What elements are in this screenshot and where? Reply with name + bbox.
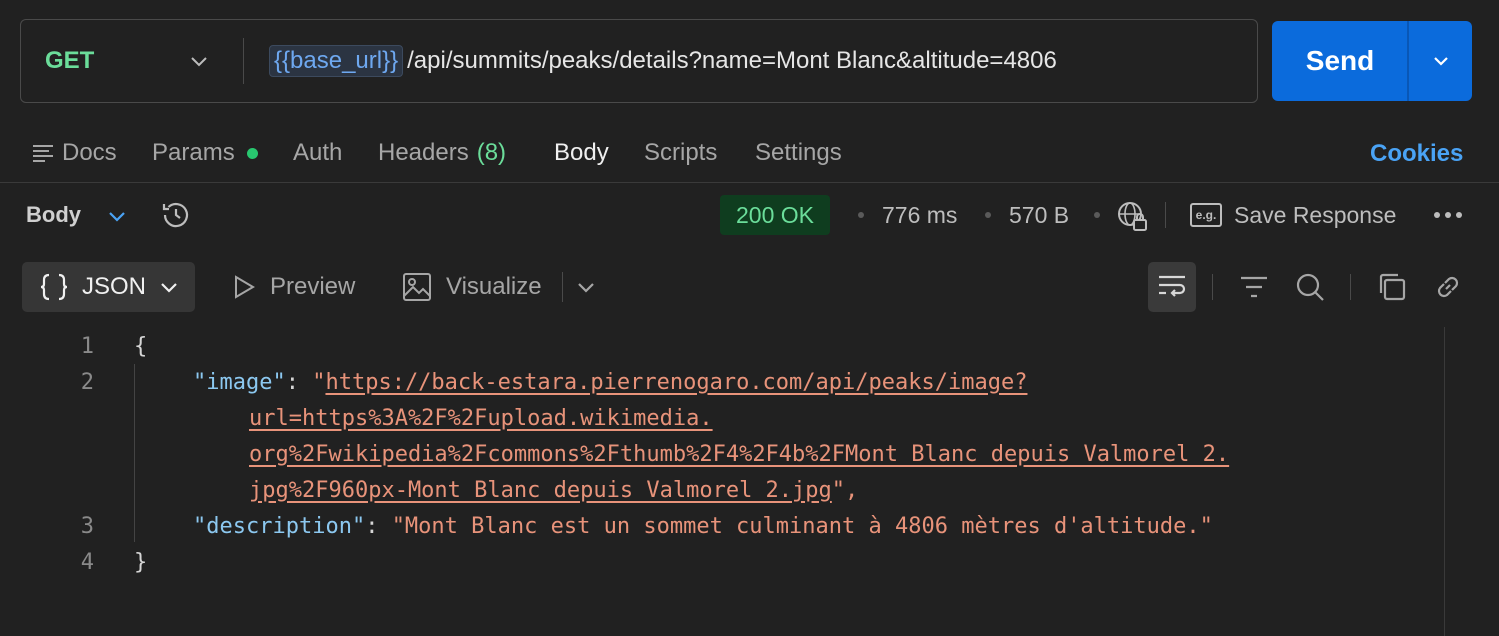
response-time-value: 776 ms [882, 201, 958, 228]
separator-dot [1094, 212, 1100, 218]
tab-headers[interactable]: Headers (8) [378, 128, 506, 178]
send-options-button[interactable] [1409, 21, 1472, 101]
json-string-value: "Mont Blanc est un sommet culminant à 48… [391, 513, 1213, 539]
visualize-label: Visualize [446, 273, 542, 300]
request-url-bar: GET {{base_url}} /api/summits/peaks/deta… [20, 19, 1258, 103]
description-entry: "description": "Mont Blanc est un sommet… [193, 514, 1213, 539]
play-icon [235, 275, 255, 299]
tab-docs-label: Docs [62, 139, 117, 166]
line-number: 3 [80, 513, 94, 539]
tab-body-label: Body [554, 139, 609, 166]
filter-icon[interactable] [1238, 271, 1270, 303]
chevron-down-icon [161, 283, 177, 293]
chevron-down-icon[interactable] [187, 49, 211, 73]
response-view-toolbar: JSON Preview Visualize [0, 262, 1499, 312]
image-url-link-part-3[interactable]: org%2Fwikipedia%2Fcommons%2Fthumb%2F4%2F… [249, 442, 1229, 467]
base-url-variable[interactable]: {{base_url}} [269, 45, 404, 77]
tab-settings-label: Settings [755, 139, 842, 166]
history-icon[interactable] [160, 199, 192, 231]
status-badge[interactable]: 200 OK [720, 195, 830, 235]
preview-button[interactable]: Preview [232, 262, 355, 312]
vertical-scrollbar[interactable] [1444, 327, 1445, 636]
send-label: Send [1305, 45, 1375, 76]
json-quote: " [312, 369, 326, 395]
vertical-divider [1165, 202, 1166, 228]
response-section-label: Body [26, 202, 81, 227]
example-icon: e.g. [1190, 203, 1222, 227]
tab-headers-label: Headers [378, 139, 469, 166]
params-active-dot [246, 147, 258, 159]
link-icon[interactable] [1432, 271, 1464, 303]
close-brace: } [134, 549, 148, 575]
image-entry: "image": "https://back-estara.pierrenoga… [193, 370, 1027, 395]
chevron-down-icon[interactable] [575, 276, 597, 298]
json-key: "description" [193, 513, 366, 539]
more-options-icon[interactable] [1432, 205, 1464, 225]
tab-params[interactable]: Params [152, 128, 258, 178]
tab-params-label: Params [152, 139, 235, 166]
status-text: 200 OK [736, 201, 814, 228]
save-response-label: Save Response [1234, 201, 1397, 228]
method-selector[interactable]: GET [45, 20, 94, 102]
vertical-divider [1212, 274, 1213, 300]
separator-dot [858, 212, 864, 218]
chevron-down-icon [1433, 57, 1448, 66]
format-selector[interactable]: JSON [22, 262, 195, 312]
json-colon: : [365, 513, 392, 539]
wrap-lines-icon [1159, 275, 1186, 297]
image-url-link-part-1[interactable]: https://back-estara.pierrenogaro.com/api… [325, 370, 1027, 395]
response-bar: Body 200 OK 776 ms 570 B e.g. Save Respo… [0, 190, 1499, 240]
cookies-link[interactable]: Cookies [1370, 140, 1463, 168]
tab-auth[interactable]: Auth [293, 128, 342, 178]
tabs-divider [0, 182, 1499, 183]
network-globe-lock-icon[interactable] [1116, 199, 1150, 233]
response-size-value: 570 B [1009, 201, 1070, 228]
json-string-end: ", [831, 477, 859, 503]
braces-icon [40, 273, 68, 301]
url-input[interactable]: {{base_url}} /api/summits/peaks/details?… [269, 20, 1057, 102]
docs-icon [33, 145, 53, 162]
image-url-tail: jpg%2F960px-Mont_Blanc_depuis_Valmorel_2… [249, 478, 858, 503]
format-label: JSON [82, 273, 147, 300]
request-tabs: Docs Params Auth Headers (8) Body Script… [0, 128, 1499, 178]
send-button[interactable]: Send [1272, 21, 1408, 101]
image-url-link-part-2[interactable]: url=https%3A%2F%2Fupload.wikimedia. [249, 406, 713, 431]
line-number: 4 [80, 549, 94, 575]
separator-dot [985, 212, 991, 218]
tab-docs[interactable]: Docs [32, 128, 117, 178]
image-url-link-part-4[interactable]: jpg%2F960px-Mont_Blanc_depuis_Valmorel_2… [249, 478, 832, 503]
json-colon: : [285, 369, 313, 395]
line-number: 1 [80, 333, 94, 359]
vertical-divider [562, 272, 563, 302]
search-icon[interactable] [1294, 271, 1326, 303]
url-divider [243, 38, 244, 84]
tab-scripts[interactable]: Scripts [644, 128, 717, 178]
chevron-down-icon[interactable] [106, 205, 128, 227]
indent-guide [134, 364, 135, 542]
save-response-button[interactable]: e.g. Save Response [1190, 190, 1396, 240]
copy-icon[interactable] [1376, 271, 1408, 303]
json-key: "image" [193, 369, 286, 395]
image-icon [403, 273, 431, 301]
vertical-divider [1350, 274, 1351, 300]
tab-scripts-label: Scripts [644, 139, 718, 166]
response-section-selector[interactable]: Body [26, 190, 81, 240]
line-number: 2 [80, 369, 94, 395]
tab-body[interactable]: Body [554, 128, 609, 178]
url-path: /api/summits/peaks/details?name=Mont Bla… [407, 47, 1057, 74]
response-size[interactable]: 570 B [1009, 190, 1069, 240]
open-brace: { [134, 333, 148, 359]
visualize-button[interactable]: Visualize [402, 262, 542, 312]
preview-label: Preview [270, 273, 356, 300]
response-time[interactable]: 776 ms [882, 190, 957, 240]
tab-settings[interactable]: Settings [755, 128, 842, 178]
method-label: GET [45, 47, 95, 74]
headers-count: (8) [476, 139, 507, 166]
tab-auth-label: Auth [293, 139, 343, 166]
wrap-lines-button[interactable] [1148, 262, 1196, 312]
